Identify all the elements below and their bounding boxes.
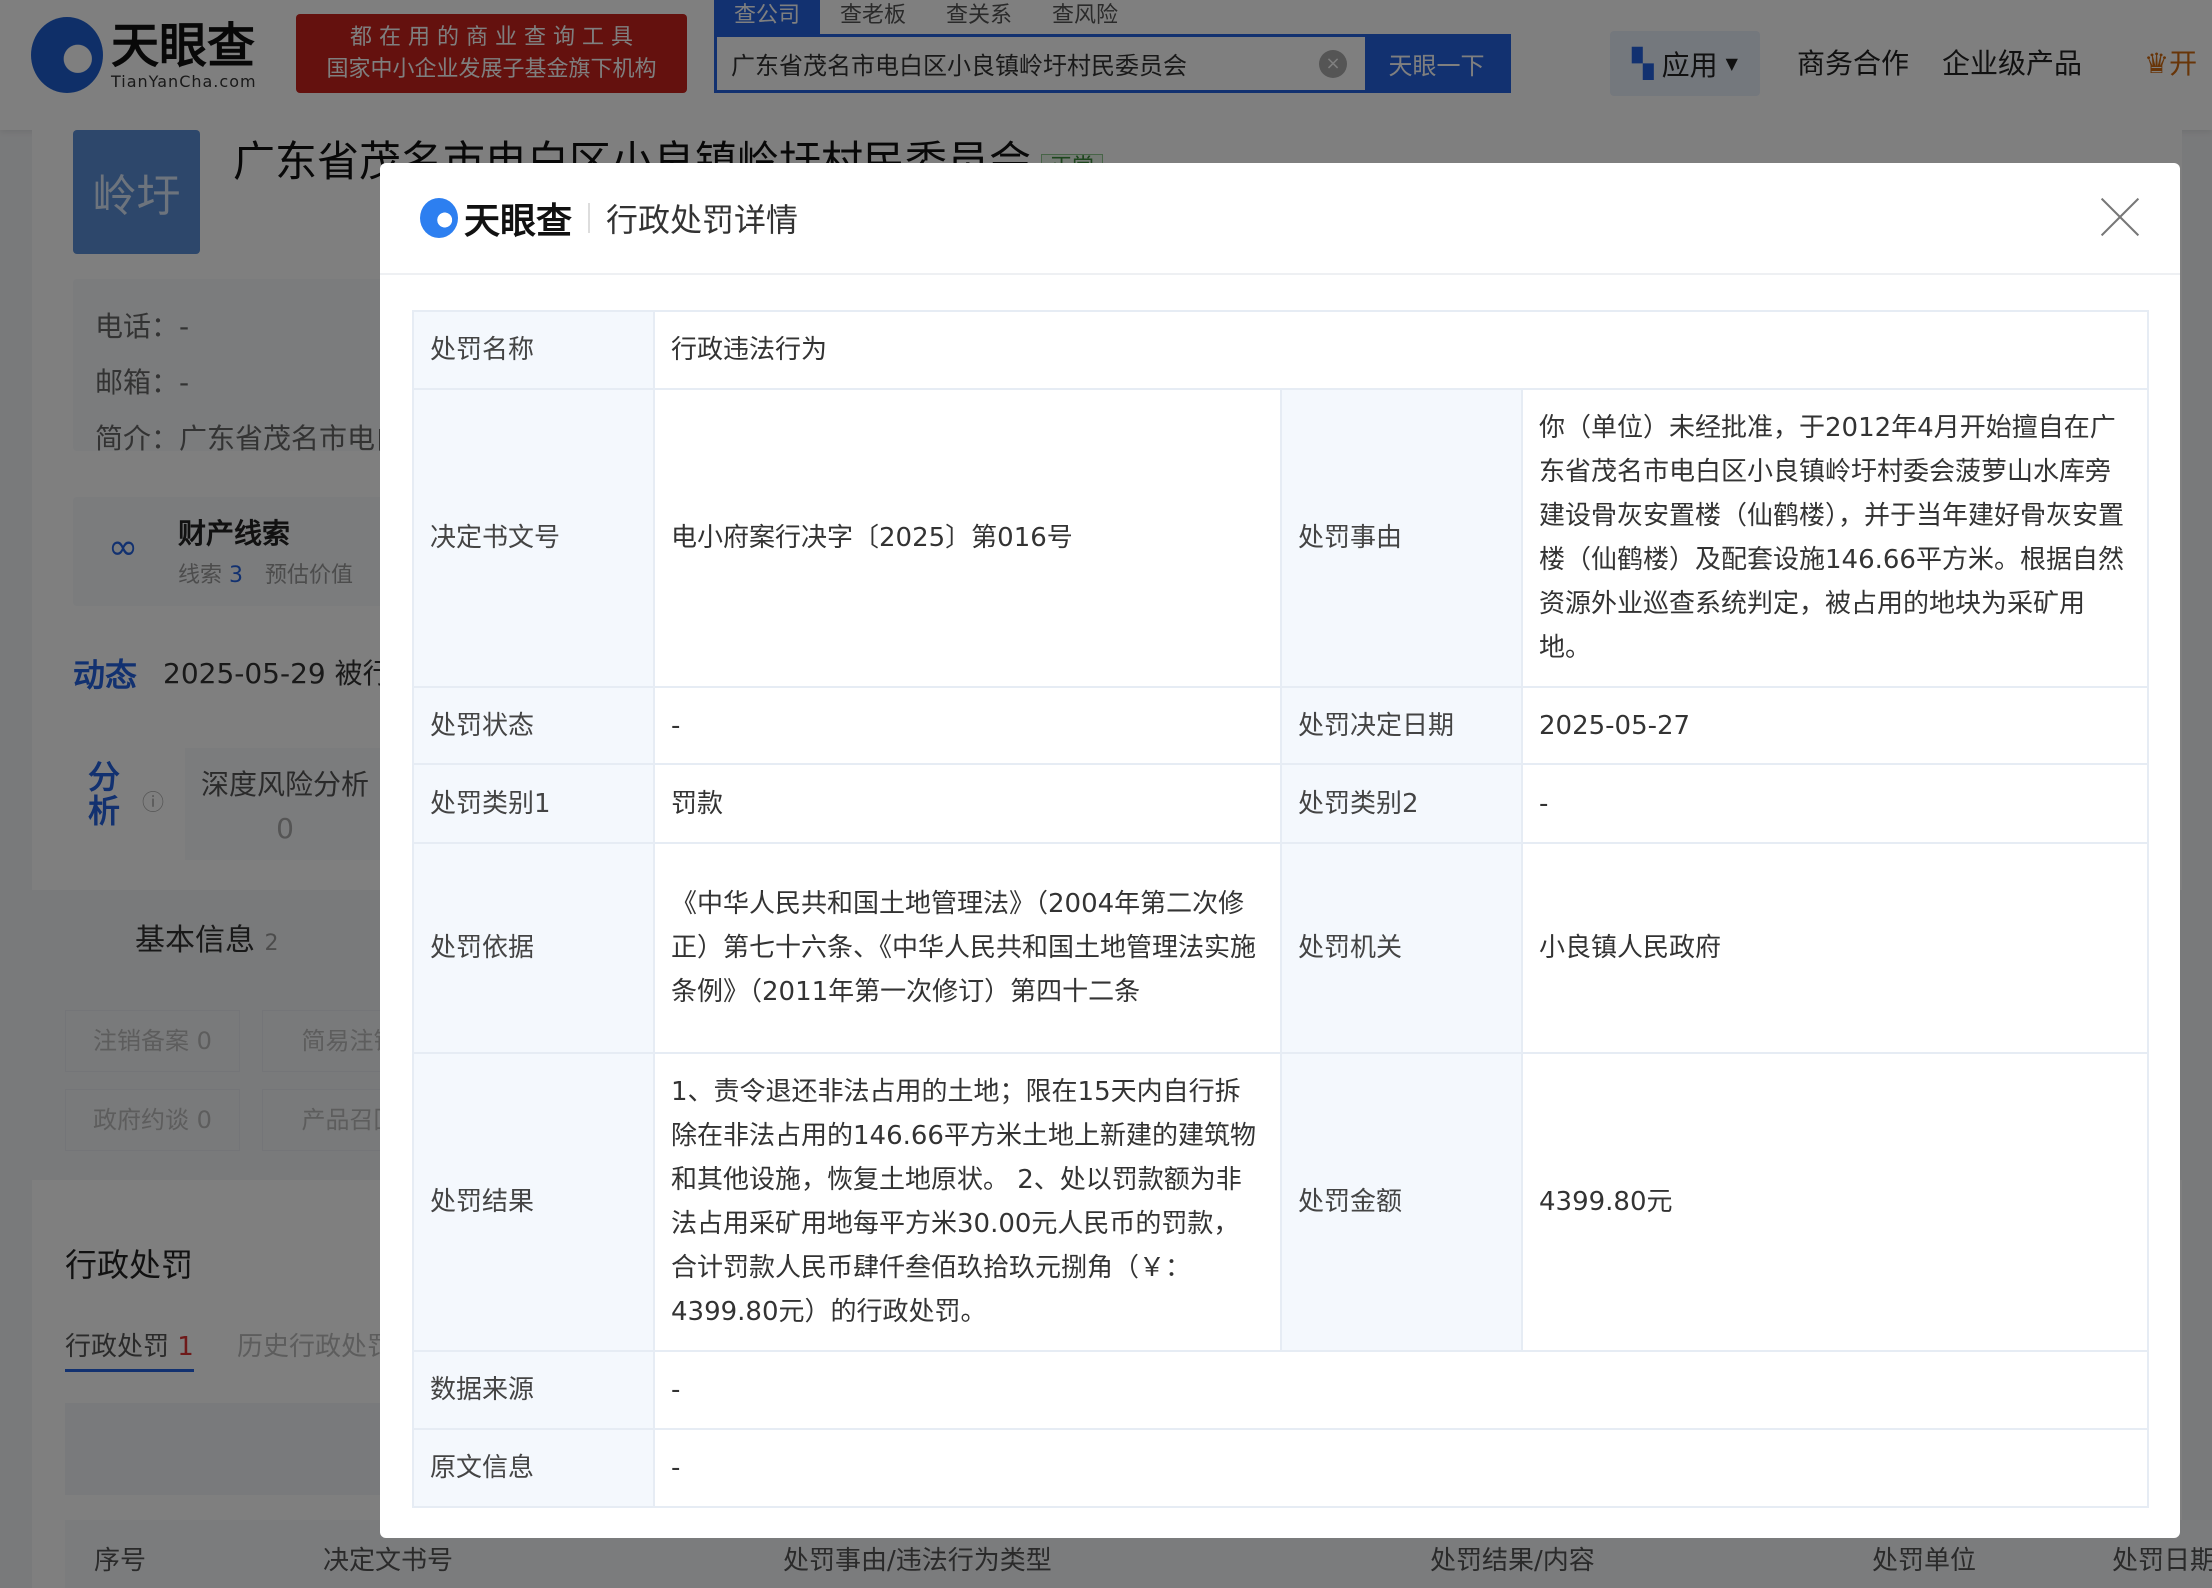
modal-logo: 天眼查 [420,192,572,244]
table-row: 处罚依据 《中华人民共和国土地管理法》（2004年第二次修正）第七十六条、《中华人… [412,842,2150,1054]
table-row: 数据来源 - [412,1350,2150,1430]
close-icon[interactable] [2100,197,2140,237]
penalty-detail-table: 处罚名称 行政违法行为 决定书文号 电小府案行决字〔2025〕第016号 处罚事由 你（… [412,310,2150,1508]
modal-title: 行政处罚详情 [606,201,799,239]
table-row: 原文信息 - [412,1428,2150,1508]
penalty-detail-modal: 天眼查 行政处罚详情 处罚名称 行政违法行为 决定书文号 电小府案行决字〔2025〕… [380,163,2180,1538]
table-row: 决定书文号 电小府案行决字〔2025〕第016号 处罚事由 你（单位）未经批准，于20… [412,388,2150,688]
logo-icon [420,198,458,238]
table-row: 处罚结果 1、责令退还非法占用的土地；限在15天内自行拆除在非法占用的146.66… [412,1052,2150,1352]
table-row: 处罚名称 行政违法行为 [412,310,2150,390]
modal-header: 天眼查 行政处罚详情 [380,163,2180,275]
table-row: 处罚类别1 罚款 处罚类别2- [412,763,2150,844]
divider [588,203,591,233]
table-row: 处罚状态 - 处罚决定日期 2025-05-27 [412,686,2150,765]
